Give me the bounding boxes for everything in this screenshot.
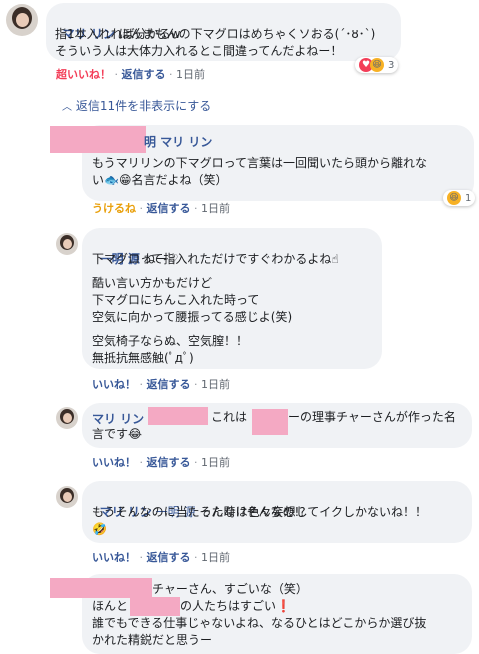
reaction-summary[interactable]: 😆 1 [443,190,476,206]
avatar[interactable] [56,233,78,255]
reply-text-line: ーの理事チャーさんが作った名 [288,410,456,424]
haha-reaction-button[interactable]: うけるね [92,202,136,215]
reply-author[interactable]: マリ リン [92,410,144,427]
reply-text-line: もうマリリンの下マグロって言葉は一回聞いたら頭から離れな [92,156,428,170]
timestamp[interactable]: 1日前 [201,378,230,391]
redacted-name [50,126,146,153]
timestamp[interactable]: 1日前 [176,68,205,81]
redacted-text [130,597,180,616]
reply-text-line: 空気に向かって腰振ってる感じよ(笑) [92,310,293,324]
like-button[interactable]: いいね！ [92,551,136,564]
reply-text-line: 酷い言い方かもだけど [92,276,213,290]
reply-text-line: い🐟😁名言だよね（笑） [92,173,228,187]
comment-actions: 超いいね！ · 返信する · 1日前 [56,68,205,81]
reply-text-line: 誰でもできる仕事じゃないよね、なるひとはどこからか選び抜 [92,616,427,630]
reply-button[interactable]: 返信する [122,68,166,81]
reply-text-line: 下マグロって指入れただけですぐわかるよね☝ [92,252,339,266]
reply-actions: いいね！ · 返信する · 1日前 [92,378,230,391]
comment-text-line: 指1本入れれば分かるw [55,27,181,41]
reply-text-line: ほんと [92,599,129,613]
reply-actions: うけるね · 返信する · 1日前 [92,202,230,215]
reaction-count: 1 [465,192,472,204]
laugh-icon: 😆 [447,191,461,205]
reply-text-line: チャーさん、すごいな（笑） [152,582,308,596]
hide-replies-link[interactable]: ︿ 返信11件を非表示にする [62,97,211,114]
redacted-text [252,409,288,435]
reply-button[interactable]: 返信する [147,378,191,391]
reply-actions: いいね！ · 返信する · 1日前 [92,456,230,469]
reply-actions: いいね！ · 返信する · 1日前 [92,551,230,564]
reply-button[interactable]: 返信する [147,551,191,564]
timestamp[interactable]: 1日前 [201,551,230,564]
reply-text-line: の人たちはすごい❗ [180,599,291,613]
redacted-mention [148,407,208,425]
reaction-count: 3 [388,59,395,71]
timestamp[interactable]: 1日前 [201,202,230,215]
avatar[interactable] [56,486,78,508]
reply-text-line: 空気椅子ならぬ、空気膣！！ [92,334,249,348]
comment-text-line: そういう人は大体力入れるとこ間違ってんだよねー！ [55,44,343,58]
reply-text-line: もうそんなのに当たった時は色々妄想してイクしかないね！！ [92,505,428,519]
reply-text-line: これは [211,410,248,424]
super-like-button[interactable]: 超いいね！ [56,68,111,81]
laugh-icon: 😆 [370,58,384,72]
reply-text-line: 言です😂 [92,427,143,441]
reply-text-line: かれた精鋭だと思うー [92,633,213,647]
chevron-up-icon: ︿ [62,102,72,113]
like-button[interactable]: いいね！ [92,378,136,391]
reply-text-line: 🤣 [92,522,107,536]
reply-text-line: 下マグロにちんこ入れた時って [92,293,260,307]
reply-button[interactable]: 返信する [147,202,191,215]
reaction-summary[interactable]: ♥ 😆 3 [355,57,399,73]
reply-button[interactable]: 返信する [147,456,191,469]
redacted-avatar-name [50,578,152,598]
timestamp[interactable]: 1日前 [201,456,230,469]
avatar[interactable] [6,4,38,36]
reply-text-line: 無抵抗無感触(ﾟдﾟ) [92,351,194,365]
avatar[interactable] [56,407,78,429]
reply-author[interactable]: 明 マリ リン [144,133,212,150]
like-button[interactable]: いいね！ [92,456,136,469]
